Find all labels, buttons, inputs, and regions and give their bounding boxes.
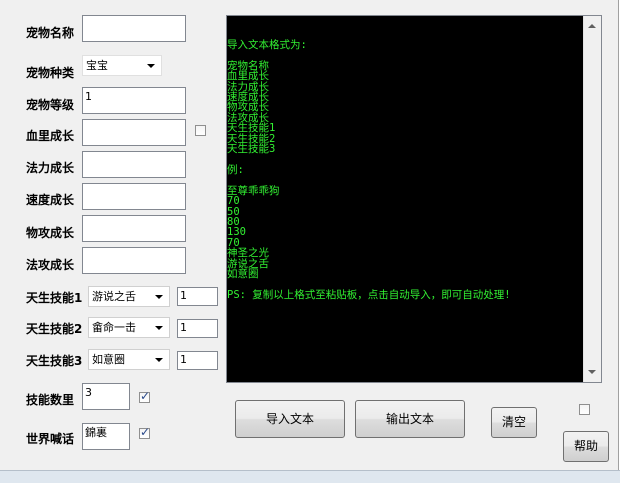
console-line: 速度成长 (227, 91, 269, 104)
skill-count-label: 技能数里 (26, 393, 75, 407)
app-window: 宠物名称 宠物种类 宠物等级 血里成长 法力成长 速度成长 物攻成长 法攻成长 … (0, 0, 619, 481)
console-line: 天生技能1 (227, 122, 276, 135)
console-line: 法力成长 (227, 80, 269, 93)
skill1-value: 游说之舌 (92, 290, 136, 303)
mag-atk-growth-input[interactable] (82, 247, 186, 274)
window-frame-bottom (0, 470, 620, 483)
chevron-down-icon (155, 358, 163, 362)
help-button[interactable]: 帮助 (563, 431, 609, 462)
console-line: PS: 复制以上格式至粘贴板，点击自动导入，即可自动处理! (227, 288, 511, 301)
clear-button[interactable]: 清空 (491, 407, 537, 438)
mp-growth-input[interactable] (82, 151, 186, 178)
phys-atk-growth-input[interactable] (82, 215, 186, 242)
skill2-value: 畲命一击 (92, 321, 136, 334)
check-icon: ✓ (140, 425, 151, 439)
skill2-label: 天生技能2 (26, 322, 83, 336)
skill3-value: 如意圈 (92, 353, 125, 366)
phys-atk-growth-label: 物攻成长 (26, 226, 75, 240)
world-shout-input[interactable]: 錦裏 (82, 423, 130, 450)
console-scrollbar[interactable] (583, 16, 601, 382)
scroll-down-icon[interactable] (588, 370, 596, 374)
console-line: 神圣之光 (227, 247, 269, 260)
check-icon: ✓ (140, 389, 151, 403)
world-shout-label: 世界喊话 (26, 432, 75, 446)
scroll-up-icon[interactable] (588, 24, 596, 28)
skill1-label: 天生技能1 (26, 291, 83, 305)
console-line: 物攻成长 (227, 101, 269, 114)
pet-level-label: 宠物等级 (26, 98, 75, 112)
chevron-down-icon (147, 64, 155, 68)
console-line: 例: (227, 163, 244, 176)
console-line: 宠物名称 (227, 59, 269, 72)
console-line: 50 (227, 205, 240, 218)
console-line: 70 (227, 236, 240, 249)
console-line: 血里成长 (227, 70, 269, 83)
skill2-level-input[interactable]: 1 (177, 319, 218, 338)
chevron-down-icon (155, 326, 163, 330)
pet-level-input[interactable]: 1 (82, 87, 186, 114)
skill3-level-input[interactable]: 1 (177, 351, 218, 370)
skill3-label: 天生技能3 (26, 354, 83, 368)
top-right-checkbox[interactable] (579, 404, 590, 415)
console-line: 如意圈 (227, 267, 259, 280)
pet-species-value: 宝宝 (86, 59, 108, 72)
speed-growth-label: 速度成长 (26, 193, 75, 207)
console-line: 游说之舌 (227, 257, 269, 270)
export-text-button[interactable]: 输出文本 (355, 400, 465, 438)
console-line: 70 (227, 195, 240, 208)
mag-atk-growth-label: 法攻成长 (26, 258, 75, 272)
pet-name-label: 宠物名称 (26, 26, 75, 40)
pet-name-input[interactable] (82, 15, 186, 42)
console-line: 天生技能2 (227, 132, 276, 145)
pet-species-select[interactable]: 宝宝 (82, 55, 162, 76)
hp-growth-input[interactable] (82, 119, 186, 146)
skill1-select[interactable]: 游说之舌 (88, 286, 170, 307)
skill1-level-input[interactable]: 1 (177, 287, 218, 306)
import-text-button[interactable]: 导入文本 (235, 400, 345, 438)
skill-count-input[interactable]: 3 (82, 383, 130, 410)
console-line: 130 (227, 226, 246, 239)
chevron-down-icon (155, 295, 163, 299)
pet-species-label: 宠物种类 (26, 66, 75, 80)
speed-growth-input[interactable] (82, 183, 186, 210)
console-output[interactable]: 导入文本格式为: 宠物名称 血里成长 法力成长 速度成长 物攻成长 法攻成长 天生技能1 天生… (226, 15, 602, 383)
world-shout-checkbox[interactable]: ✓ (139, 425, 151, 439)
console-text: 导入文本格式为: 宠物名称 血里成长 法力成长 速度成长 物攻成长 法攻成长 天生技能1 天生… (227, 39, 582, 301)
console-line: 法攻成长 (227, 111, 269, 124)
console-line: 导入文本格式为: (227, 39, 307, 51)
console-line: 80 (227, 215, 240, 228)
console-line: 至尊乖乖狗 (227, 184, 280, 197)
skill2-select[interactable]: 畲命一击 (88, 317, 170, 338)
mp-growth-label: 法力成长 (26, 161, 75, 175)
hp-growth-label: 血里成长 (26, 129, 75, 143)
skill-count-checkbox[interactable]: ✓ (139, 389, 151, 403)
hp-growth-checkbox[interactable] (195, 125, 206, 136)
skill3-select[interactable]: 如意圈 (88, 349, 170, 370)
console-line: 天生技能3 (227, 143, 276, 156)
